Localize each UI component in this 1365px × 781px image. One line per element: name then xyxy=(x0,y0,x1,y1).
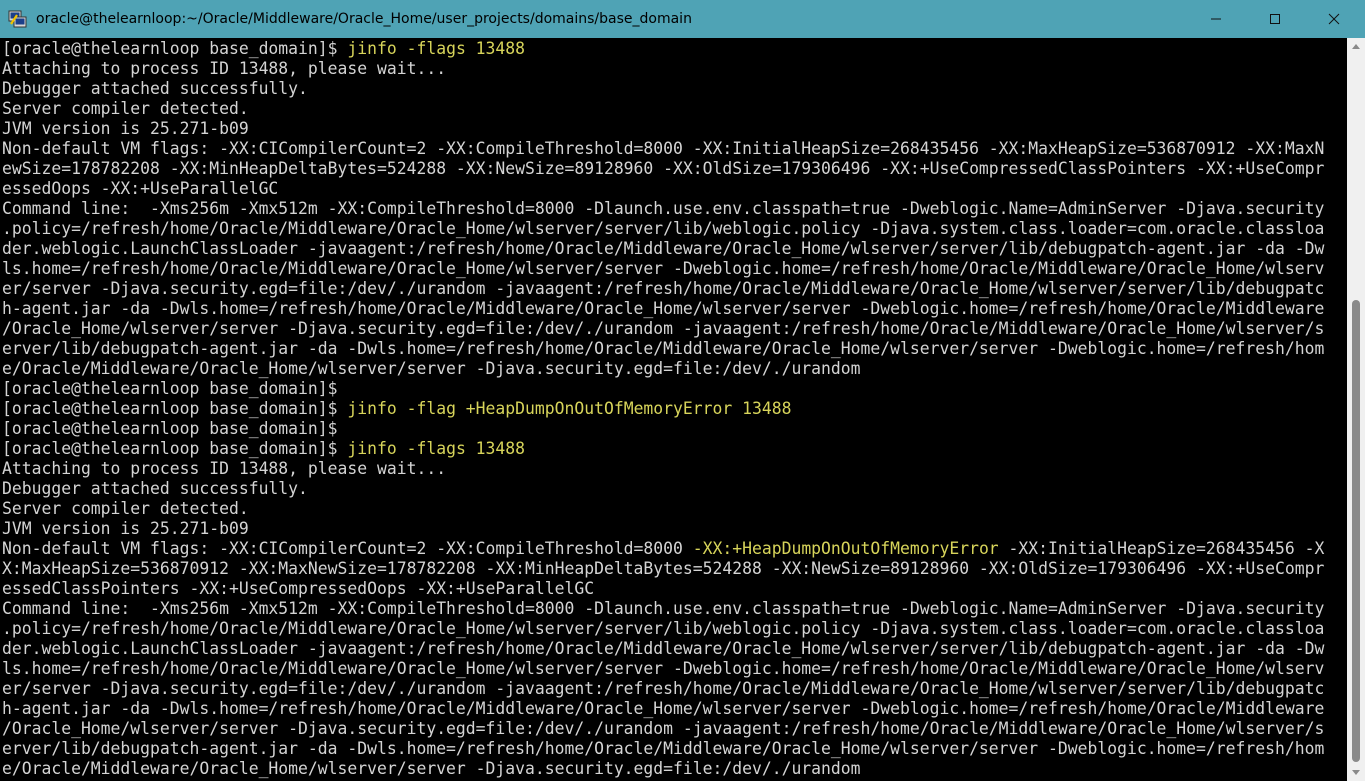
output-text: Attaching to process ID 13488, please wa… xyxy=(2,59,447,78)
terminal-line: ewSize=178782208 -XX:MinHeapDeltaBytes=5… xyxy=(2,159,1324,179)
terminal-line: /Oracle_Home/wlserver/server -Djava.secu… xyxy=(2,719,1324,739)
output-text: ls.home=/refresh/home/Oracle/Middleware/… xyxy=(2,659,1325,678)
output-text: .policy=/refresh/home/Oracle/Middleware/… xyxy=(2,619,1325,638)
terminal-output[interactable]: [oracle@thelearnloop base_domain]$ jinfo… xyxy=(0,38,1347,781)
output-text: Debugger attached successfully. xyxy=(2,479,308,498)
maximize-button[interactable] xyxy=(1246,0,1304,38)
terminal-window: oracle@thelearnloop:~/Oracle/Middleware/… xyxy=(0,0,1365,781)
minimize-icon xyxy=(1211,18,1221,20)
shell-prompt: [oracle@thelearnloop base_domain]$ xyxy=(2,379,338,398)
output-text: er/server -Djava.security.egd=file:/dev/… xyxy=(2,279,1325,298)
vertical-scrollbar[interactable] xyxy=(1347,38,1365,781)
output-text: e/Oracle/Middleware/Oracle_Home/wlserver… xyxy=(2,759,861,778)
output-text: Command line: -Xms256m -Xmx512m -XX:Comp… xyxy=(2,599,1325,618)
minimize-button[interactable] xyxy=(1187,0,1245,38)
terminal-line: .policy=/refresh/home/Oracle/Middleware/… xyxy=(2,219,1324,239)
scrollbar-thumb[interactable] xyxy=(1352,300,1360,762)
scroll-up-arrow-icon[interactable] xyxy=(1352,44,1360,49)
terminal-line: e/Oracle/Middleware/Oracle_Home/wlserver… xyxy=(2,759,1324,779)
terminal-lines: [oracle@thelearnloop base_domain]$ jinfo… xyxy=(2,39,1324,779)
terminal-line: Attaching to process ID 13488, please wa… xyxy=(2,459,1324,479)
output-text: essedClassPointers -XX:+UseCompressedOop… xyxy=(2,579,595,598)
terminal-line: Debugger attached successfully. xyxy=(2,479,1324,499)
output-text: der.weblogic.LaunchClassLoader -javaagen… xyxy=(2,239,1325,258)
output-text: Debugger attached successfully. xyxy=(2,79,308,98)
terminal-line: Attaching to process ID 13488, please wa… xyxy=(2,59,1324,79)
output-text: X:MaxHeapSize=536870912 -XX:MaxNewSize=1… xyxy=(2,559,1325,578)
shell-prompt: [oracle@thelearnloop base_domain]$ xyxy=(2,399,348,418)
terminal-line: JVM version is 25.271-b09 xyxy=(2,519,1324,539)
output-text: .policy=/refresh/home/Oracle/Middleware/… xyxy=(2,219,1325,238)
shell-prompt: [oracle@thelearnloop base_domain]$ xyxy=(2,439,348,458)
scroll-down-arrow-icon[interactable] xyxy=(1352,770,1360,775)
output-text: erver/lib/debugpatch-agent.jar -da -Dwls… xyxy=(2,739,1325,758)
terminal-line: /Oracle_Home/wlserver/server -Djava.secu… xyxy=(2,319,1324,339)
terminal-line: h-agent.jar -da -Dwls.home=/refresh/home… xyxy=(2,299,1324,319)
terminal-line: [oracle@thelearnloop base_domain]$ jinfo… xyxy=(2,439,1324,459)
output-text: h-agent.jar -da -Dwls.home=/refresh/home… xyxy=(2,699,1325,718)
output-text: JVM version is 25.271-b09 xyxy=(2,119,249,138)
terminal-line: [oracle@thelearnloop base_domain]$ jinfo… xyxy=(2,399,1324,419)
output-text: erver/lib/debugpatch-agent.jar -da -Dwls… xyxy=(2,339,1325,358)
terminal-line: essedClassPointers -XX:+UseCompressedOop… xyxy=(2,579,1324,599)
terminal-line: Non-default VM flags: -XX:CICompilerCoun… xyxy=(2,539,1324,559)
highlighted-text: jinfo -flag +HeapDumpOnOutOfMemoryError … xyxy=(347,399,792,418)
highlighted-text: jinfo -flags 13488 xyxy=(347,39,526,58)
terminal-line: erver/lib/debugpatch-agent.jar -da -Dwls… xyxy=(2,339,1324,359)
terminal-line: erver/lib/debugpatch-agent.jar -da -Dwls… xyxy=(2,739,1324,759)
output-text: JVM version is 25.271-b09 xyxy=(2,519,249,538)
output-text: Server compiler detected. xyxy=(2,99,249,118)
output-text: h-agent.jar -da -Dwls.home=/refresh/home… xyxy=(2,299,1325,318)
terminal-line: h-agent.jar -da -Dwls.home=/refresh/home… xyxy=(2,699,1324,719)
close-icon xyxy=(1328,13,1340,25)
terminal-line: Command line: -Xms256m -Xmx512m -XX:Comp… xyxy=(2,599,1324,619)
terminal-line: [oracle@thelearnloop base_domain]$ jinfo… xyxy=(2,39,1324,59)
output-text: /Oracle_Home/wlserver/server -Djava.secu… xyxy=(2,719,1325,738)
maximize-icon xyxy=(1270,14,1280,24)
terminal-line: der.weblogic.LaunchClassLoader -javaagen… xyxy=(2,639,1324,659)
terminal-line: e/Oracle/Middleware/Oracle_Home/wlserver… xyxy=(2,359,1324,379)
terminal-line: ls.home=/refresh/home/Oracle/Middleware/… xyxy=(2,259,1324,279)
output-text: e/Oracle/Middleware/Oracle_Home/wlserver… xyxy=(2,359,861,378)
title-bar[interactable]: oracle@thelearnloop:~/Oracle/Middleware/… xyxy=(0,0,1365,38)
terminal-line: X:MaxHeapSize=536870912 -XX:MaxNewSize=1… xyxy=(2,559,1324,579)
shell-prompt: [oracle@thelearnloop base_domain]$ xyxy=(2,39,348,58)
terminal-line: er/server -Djava.security.egd=file:/dev/… xyxy=(2,279,1324,299)
terminal-line: [oracle@thelearnloop base_domain]$ xyxy=(2,419,1324,439)
output-text: essedOops -XX:+UseParallelGC xyxy=(2,179,279,198)
output-text: ewSize=178782208 -XX:MinHeapDeltaBytes=5… xyxy=(2,159,1325,178)
terminal-line: der.weblogic.LaunchClassLoader -javaagen… xyxy=(2,239,1324,259)
output-text: ls.home=/refresh/home/Oracle/Middleware/… xyxy=(2,259,1325,278)
output-text: -XX:InitialHeapSize=268435456 -X xyxy=(998,539,1325,558)
putty-terminal-icon[interactable] xyxy=(8,9,28,29)
highlighted-text: -XX:+HeapDumpOnOutOfMemoryError xyxy=(692,539,999,558)
window-title: oracle@thelearnloop:~/Oracle/Middleware/… xyxy=(36,11,692,27)
terminal-line: Server compiler detected. xyxy=(2,99,1324,119)
output-text: /Oracle_Home/wlserver/server -Djava.secu… xyxy=(2,319,1325,338)
terminal-line: .policy=/refresh/home/Oracle/Middleware/… xyxy=(2,619,1324,639)
output-text: Attaching to process ID 13488, please wa… xyxy=(2,459,447,478)
output-text: Command line: -Xms256m -Xmx512m -XX:Comp… xyxy=(2,199,1325,218)
terminal-line: Server compiler detected. xyxy=(2,499,1324,519)
terminal-line: JVM version is 25.271-b09 xyxy=(2,119,1324,139)
terminal-line: [oracle@thelearnloop base_domain]$ xyxy=(2,379,1324,399)
terminal-line: essedOops -XX:+UseParallelGC xyxy=(2,179,1324,199)
terminal-line: ls.home=/refresh/home/Oracle/Middleware/… xyxy=(2,659,1324,679)
terminal-line: Debugger attached successfully. xyxy=(2,79,1324,99)
output-text: der.weblogic.LaunchClassLoader -javaagen… xyxy=(2,639,1325,658)
close-button[interactable] xyxy=(1305,0,1363,38)
output-text: er/server -Djava.security.egd=file:/dev/… xyxy=(2,679,1325,698)
output-text: Non-default VM flags: -XX:CICompilerCoun… xyxy=(2,139,1325,158)
output-text: Non-default VM flags: -XX:CICompilerCoun… xyxy=(2,539,693,558)
output-text: Server compiler detected. xyxy=(2,499,249,518)
terminal-line: Non-default VM flags: -XX:CICompilerCoun… xyxy=(2,139,1324,159)
terminal-line: Command line: -Xms256m -Xmx512m -XX:Comp… xyxy=(2,199,1324,219)
highlighted-text: jinfo -flags 13488 xyxy=(347,439,526,458)
shell-prompt: [oracle@thelearnloop base_domain]$ xyxy=(2,419,338,438)
terminal-line: er/server -Djava.security.egd=file:/dev/… xyxy=(2,679,1324,699)
